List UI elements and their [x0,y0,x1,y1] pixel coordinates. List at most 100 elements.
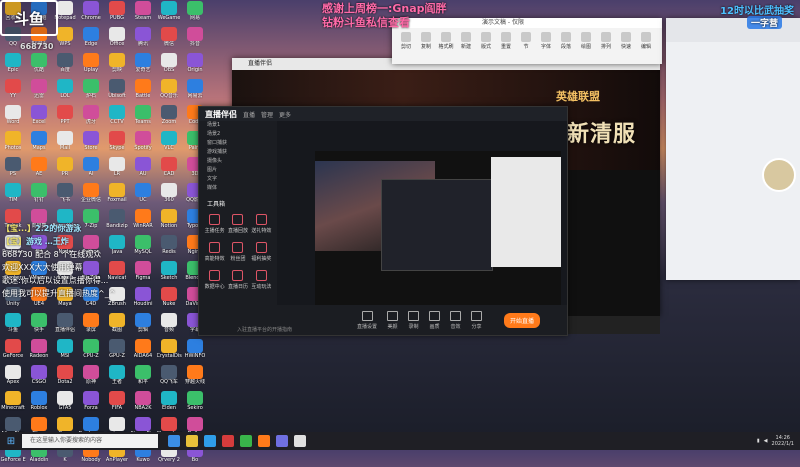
desktop-icon[interactable]: WeGame [156,0,182,25]
desktop-icon[interactable]: Chrome [78,0,104,25]
scene-item[interactable]: 场景2 [199,130,277,139]
tool-item[interactable]: 数据中心 [203,270,226,290]
desktop-icon[interactable]: 和平 [130,364,156,389]
desktop-icon[interactable]: CrystalDisk [156,338,182,363]
desktop-icon[interactable]: 优酷 [26,52,52,77]
scene-item[interactable]: 场景1 [199,121,277,130]
desktop-icon[interactable]: QQ音乐 [156,78,182,103]
desktop-icon[interactable]: 飞书 [52,182,78,207]
desktop-icon[interactable]: 虎牙 [78,104,104,129]
scene-item[interactable]: 窗口捕获 [199,139,277,148]
desktop-icon[interactable]: Office [104,26,130,51]
toolbar-button[interactable]: 直播设置 [357,310,377,330]
desktop-icon[interactable]: 抖音 [182,26,208,51]
desktop-icon[interactable]: Origin [182,52,208,77]
desktop-icon[interactable]: YY [0,78,26,103]
desktop-icon[interactable]: Mail [52,130,78,155]
ribbon-button[interactable]: 重置 [498,32,514,50]
ribbon-button[interactable]: 绘图 [578,32,594,50]
toolbar-button[interactable]: 画质 [429,310,441,330]
desktop-icon[interactable]: 王者 [104,364,130,389]
desktop-icon[interactable]: AI [78,156,104,181]
desktop-icon[interactable]: LOL [52,78,78,103]
desktop-icon[interactable]: NBA2K [130,390,156,415]
scene-item[interactable]: 文字 [199,175,277,184]
tool-item[interactable]: 福利抽奖 [250,242,273,262]
desktop-icon[interactable]: MSI [52,338,78,363]
tab-more[interactable]: 更多 [279,110,291,119]
desktop-icon[interactable]: PUBG [104,0,130,25]
toolbar-button[interactable]: 美颜 [387,310,399,330]
tab-manage[interactable]: 管理 [261,110,273,119]
desktop-icon[interactable]: AE [26,156,52,181]
desktop-icon[interactable]: Excel [26,104,52,129]
ribbon-button[interactable]: 段落 [558,32,574,50]
volume-icon[interactable]: ◀ [764,438,768,444]
scene-item[interactable]: 媒体 [199,184,277,193]
task-view-icon[interactable] [168,435,180,447]
desktop-icon[interactable]: 网易 [182,0,208,25]
desktop-icon[interactable]: Maps [26,130,52,155]
desktop-icon[interactable]: 截图 [104,312,130,337]
desktop-icon[interactable]: CCTV [104,104,130,129]
desktop-icon[interactable]: LR [104,156,130,181]
desktop-icon[interactable]: Ubisoft [104,78,130,103]
desktop-icon[interactable]: Store [78,130,104,155]
desktop-icon[interactable]: 360 [156,182,182,207]
tool-item[interactable]: 送礼特效 [250,214,273,234]
taskbar-search-input[interactable]: 在这里输入你要搜索的内容 [22,434,158,448]
desktop-icon[interactable]: QQ飞车 [156,364,182,389]
desktop-icon[interactable]: Roblox [26,390,52,415]
desktop-icon[interactable]: GeForce [0,338,26,363]
tab-live[interactable]: 直播 [243,110,255,119]
tool-item[interactable]: 主播任务 [203,214,226,234]
desktop-icon[interactable]: GPU-Z [104,338,130,363]
desktop-icon[interactable]: PS [0,156,26,181]
desktop-icon[interactable]: Word [0,104,26,129]
start-button[interactable]: ⊞ [0,432,22,450]
desktop-icon[interactable]: AIDA64 [130,338,156,363]
desktop-icon[interactable]: Steam [130,0,156,25]
ribbon-button[interactable]: 字体 [538,32,554,50]
scene-item[interactable]: 图片 [199,166,277,175]
desktop-icon[interactable]: 快手 [26,312,52,337]
desktop-icon[interactable]: CSGO [26,364,52,389]
desktop-icon[interactable]: Forza [78,390,104,415]
desktop-icon[interactable]: 剪映 [104,52,130,77]
ribbon-button[interactable]: 复制 [418,32,434,50]
toolbar-button[interactable]: 录制 [408,310,420,330]
desktop-icon[interactable]: AU [130,156,156,181]
tool-item[interactable]: 粉丝团 [226,242,249,262]
desktop-icon[interactable]: Photos [0,130,26,155]
desktop-icon[interactable]: OBS [156,52,182,77]
desktop-icon[interactable]: Epic [0,52,26,77]
desktop-icon[interactable]: Radeon [26,338,52,363]
live-companion-window[interactable]: 直播伴侣 直播 管理 更多 场景1 场景2 窗口捕获 游戏捕获 摄像头 图片 文字 媒体 工具… [198,106,568,336]
scene-item[interactable]: 游戏捕获 [199,148,277,157]
ribbon-button[interactable]: 版式 [478,32,494,50]
desktop-icon[interactable]: Sekiro [182,390,208,415]
ribbon-button[interactable]: 快速 [618,32,634,50]
companion-footer[interactable]: 入驻直播平台的开播指南 [237,326,292,333]
tool-item[interactable]: 高能特效 [203,242,226,262]
ribbon-button[interactable]: 排列 [598,32,614,50]
ribbon-button[interactable]: 格式刷 [438,32,454,50]
desktop-icon[interactable]: 录屏 [78,312,104,337]
desktop-icon[interactable]: 爱奇艺 [130,52,156,77]
desktop-icon[interactable]: PPT [52,104,78,129]
desktop-icon[interactable]: 微信 [156,26,182,51]
ribbon-button[interactable]: 新建 [458,32,474,50]
app-red-icon[interactable] [222,435,234,447]
desktop-icon[interactable]: UC [130,182,156,207]
clock[interactable]: 14:26 2022/1/1 [772,435,794,447]
desktop-icon[interactable]: 迅雷 [26,78,52,103]
qq-chat-window[interactable] [666,18,800,280]
desktop-icon[interactable]: Zoom [156,104,182,129]
ribbon-button[interactable]: 节 [518,32,534,50]
desktop-icon[interactable]: 企业微信 [78,182,104,207]
ribbon-button[interactable]: 剪切 [398,32,414,50]
live-companion-icon[interactable] [258,435,270,447]
desktop-icon[interactable]: Uplay [78,52,104,77]
desktop-icon[interactable]: VLC [156,130,182,155]
desktop-icon[interactable]: FIFA [104,390,130,415]
